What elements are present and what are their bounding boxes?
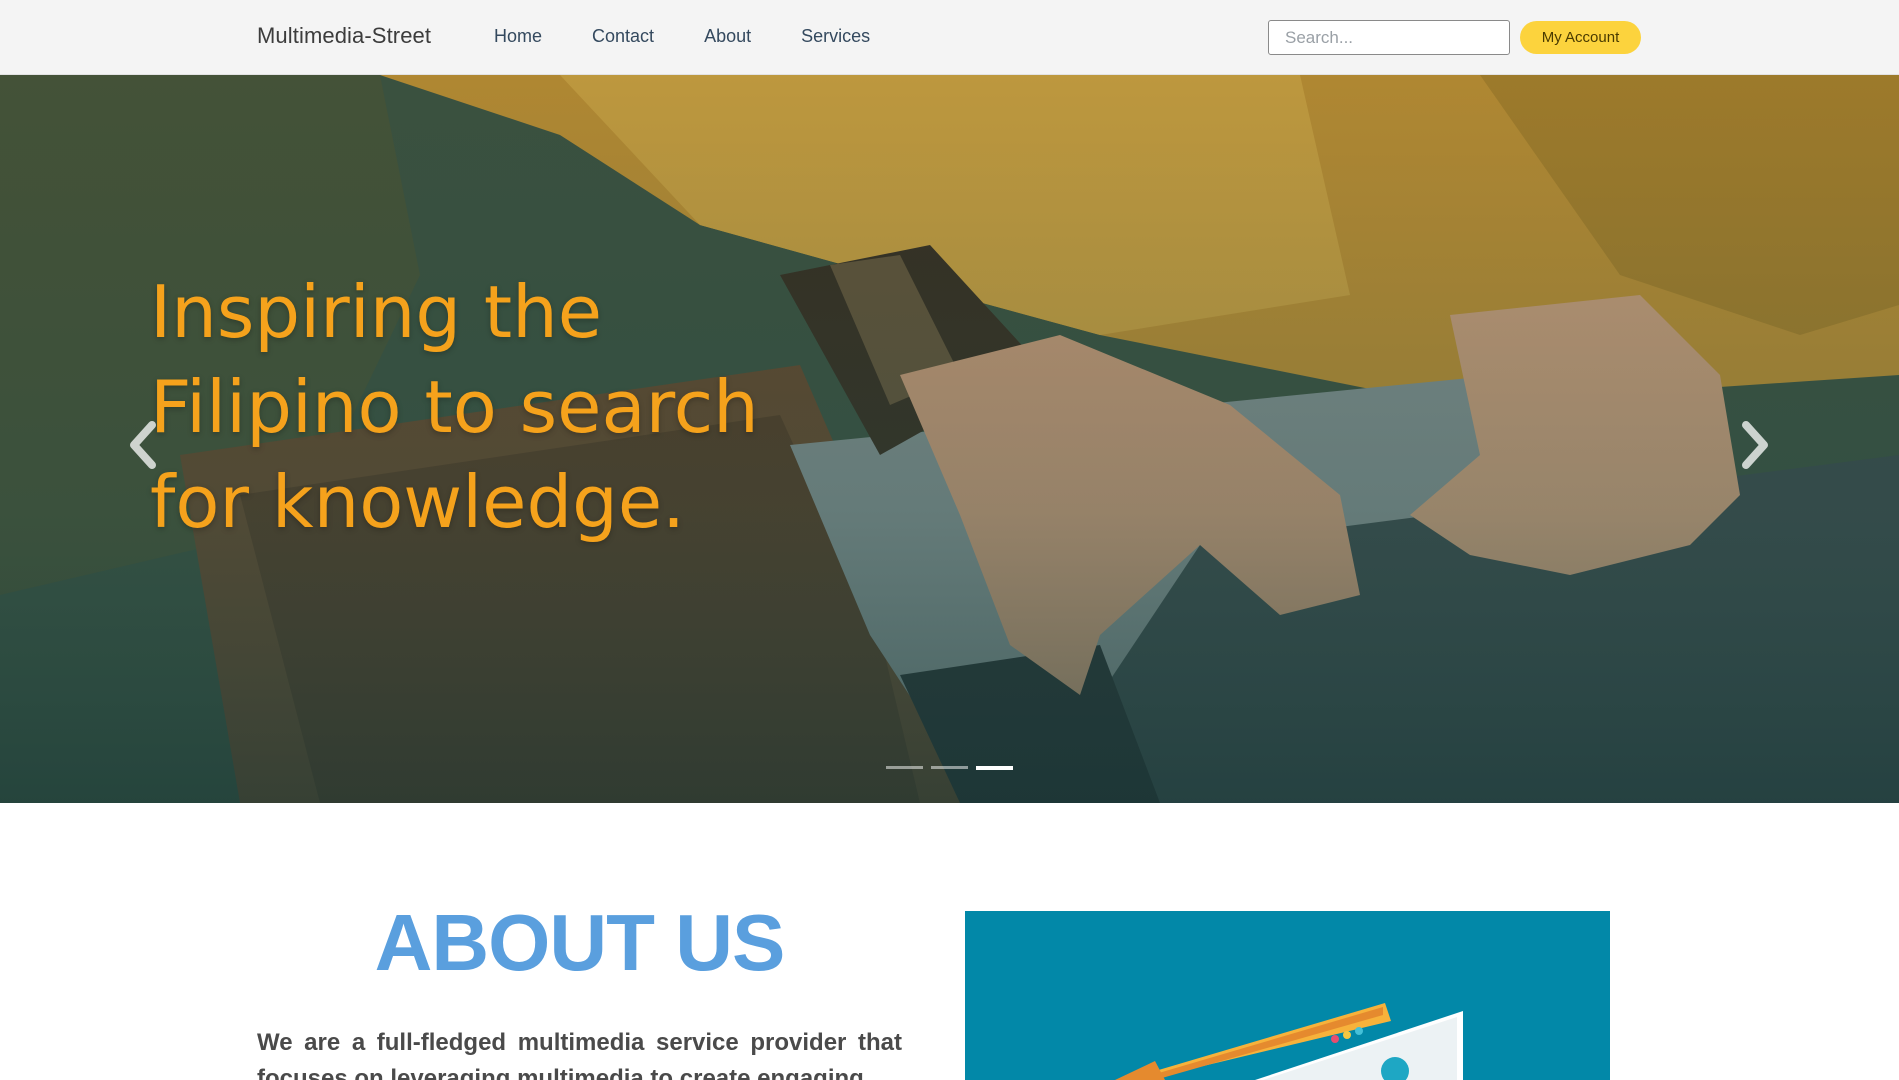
main-nav: Home Contact About Services — [494, 26, 920, 47]
carousel-indicator-2[interactable] — [931, 766, 968, 769]
nav-about-link[interactable]: About — [704, 26, 751, 47]
top-navbar: Multimedia-Street Home Contact About Ser… — [0, 0, 1899, 75]
brand-logo[interactable]: Multimedia-Street — [257, 23, 431, 49]
multimedia-illustration-image — [1115, 1003, 1463, 1080]
carousel-indicator-3[interactable] — [976, 766, 1013, 770]
nav-home-link[interactable]: Home — [494, 26, 542, 47]
my-account-button[interactable]: My Account — [1520, 21, 1641, 54]
nav-services-link[interactable]: Services — [801, 26, 870, 47]
chevron-left-icon — [130, 421, 156, 469]
about-illustration — [965, 911, 1610, 1080]
carousel-prev-button[interactable] — [118, 405, 168, 485]
carousel-indicators — [886, 766, 1013, 770]
nav-contact-link[interactable]: Contact — [592, 26, 654, 47]
carousel-indicator-1[interactable] — [886, 766, 923, 769]
search-input[interactable] — [1268, 20, 1510, 55]
about-heading: ABOUT US — [374, 898, 786, 987]
about-description: We are a full-fledged multimedia service… — [257, 1029, 902, 1080]
chevron-right-icon — [1742, 421, 1768, 469]
hero-carousel: Inspiring the Filipino to search for kno… — [0, 75, 1899, 803]
hero-title: Inspiring the Filipino to search for kno… — [150, 270, 759, 544]
carousel-next-button[interactable] — [1730, 405, 1780, 485]
